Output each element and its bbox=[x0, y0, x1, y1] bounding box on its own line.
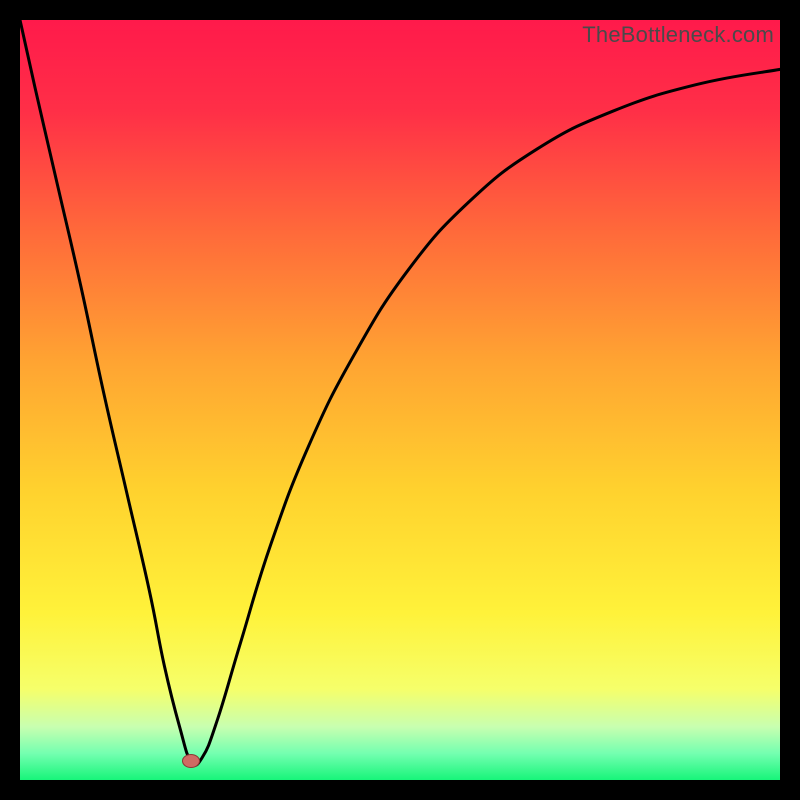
curve-layer bbox=[20, 20, 780, 780]
chart-frame: TheBottleneck.com bbox=[20, 20, 780, 780]
highlight-marker bbox=[182, 754, 200, 768]
plot-area: TheBottleneck.com bbox=[20, 20, 780, 780]
bottleneck-curve bbox=[20, 20, 780, 765]
